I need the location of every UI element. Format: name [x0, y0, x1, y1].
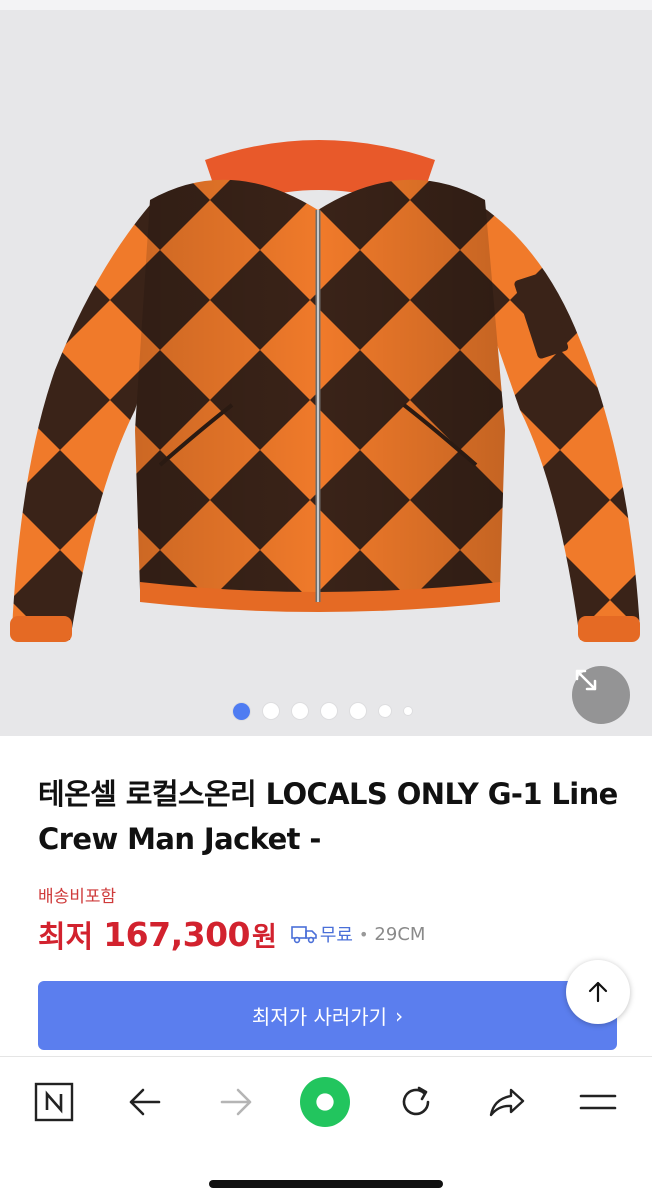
share-arrow-icon	[489, 1088, 525, 1117]
naver-home-button[interactable]	[29, 1077, 79, 1127]
price-row: 최저 167,300 원 무료 • 29CM	[38, 912, 425, 956]
separator-dot: •	[358, 924, 369, 944]
shipping-included-label: 배송비포함	[38, 887, 117, 907]
naver-n-icon	[34, 1082, 74, 1122]
pagination-dot-6[interactable]	[379, 705, 391, 717]
image-pagination	[233, 700, 425, 722]
green-dot-button[interactable]	[300, 1077, 350, 1127]
green-dot-icon	[300, 1077, 350, 1127]
pagination-dot-3[interactable]	[292, 703, 308, 719]
scroll-to-top-button[interactable]	[566, 960, 630, 1024]
share-button[interactable]	[482, 1077, 532, 1127]
expand-icon	[575, 669, 597, 691]
product-title: 테온셀 로컬스온리 LOCALS ONLY G-1 Line Crew Man …	[38, 777, 618, 856]
buy-lowest-price-button[interactable]: 최저가 사러가기 ›	[38, 981, 617, 1050]
arrow-right-icon	[220, 1088, 252, 1116]
pagination-dot-5[interactable]	[350, 703, 366, 719]
pagination-dot-1[interactable]	[233, 702, 250, 720]
expand-image-button[interactable]	[572, 666, 630, 724]
price-value: 167,300	[103, 914, 251, 954]
pagination-dot-4[interactable]	[321, 703, 337, 719]
menu-button[interactable]	[573, 1077, 623, 1127]
free-shipping-label: 무료	[319, 925, 353, 946]
buy-button-label: 최저가 사러가기	[251, 1005, 388, 1029]
pagination-dot-2[interactable]	[263, 703, 279, 719]
arrow-up-icon	[588, 981, 608, 1003]
jacket-illustration	[10, 140, 640, 642]
lowest-price-label: 최저	[38, 920, 94, 955]
delivery-truck-icon	[291, 924, 317, 944]
forward-button[interactable]	[211, 1077, 261, 1127]
back-button[interactable]	[120, 1077, 170, 1127]
hamburger-menu-icon	[579, 1094, 617, 1110]
price-unit: 원	[252, 921, 277, 953]
product-image[interactable]	[0, 10, 652, 736]
home-indicator	[209, 1180, 443, 1188]
pagination-dot-7[interactable]	[404, 707, 412, 715]
refresh-button[interactable]	[391, 1077, 441, 1127]
store-name: 29CM	[374, 923, 426, 945]
chevron-right-icon: ›	[395, 1003, 404, 1028]
arrow-left-icon	[129, 1088, 161, 1116]
refresh-icon	[402, 1086, 430, 1116]
